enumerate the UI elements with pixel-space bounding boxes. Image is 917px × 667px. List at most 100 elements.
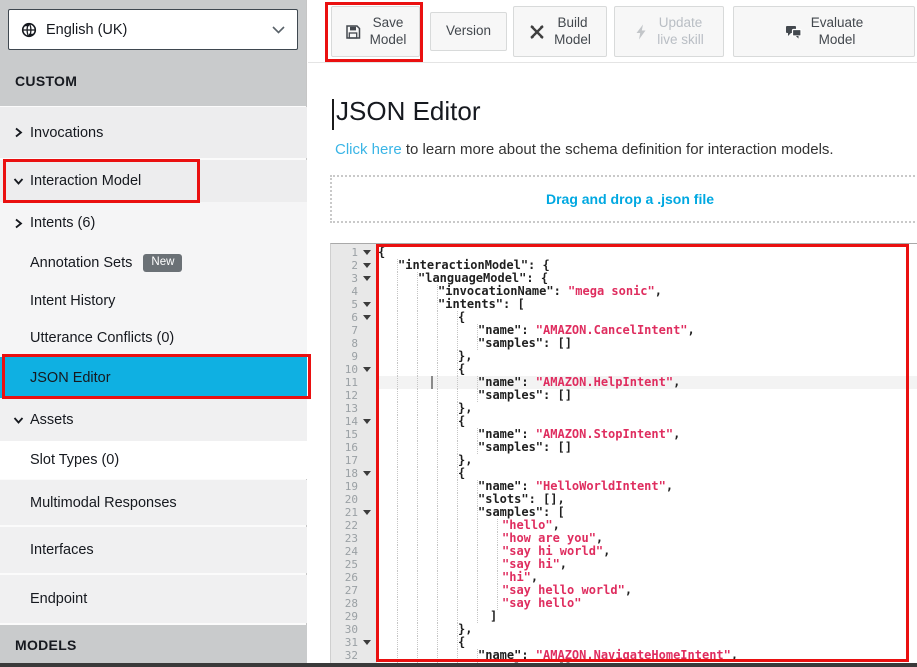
fold-icon[interactable]: [363, 250, 371, 255]
line-number: 1: [331, 246, 358, 259]
json-code-editor[interactable]: 1234567891011121314151617181920212223242…: [330, 243, 917, 664]
code-line[interactable]: "slots": [],: [378, 493, 917, 506]
fold-icon[interactable]: [363, 276, 371, 281]
sidebar-item-interaction-model[interactable]: Interaction Model: [0, 160, 307, 202]
sidebar-item-intents[interactable]: Intents (6): [0, 202, 307, 244]
line-number: 20: [331, 493, 358, 506]
editor-gutter: 1234567891011121314151617181920212223242…: [331, 244, 377, 664]
sidebar-item-utterance-conflicts[interactable]: Utterance Conflicts (0): [0, 319, 307, 357]
editor-code[interactable]: {"interactionModel": {"languageModel": {…: [378, 246, 917, 664]
language-dropdown-value: English (UK): [46, 22, 272, 38]
language-dropdown[interactable]: English (UK): [8, 9, 298, 50]
line-number: 10: [331, 363, 358, 376]
text-cursor: [431, 376, 433, 389]
line-number: 8: [331, 337, 358, 350]
sidebar-item-json-editor[interactable]: JSON Editor: [0, 357, 307, 398]
code-line[interactable]: "hi",: [378, 571, 917, 584]
sidebar-item-endpoint[interactable]: Endpoint: [0, 575, 307, 623]
line-number: 6: [331, 311, 358, 324]
update-live-skill-button[interactable]: Updatelive skill: [614, 6, 724, 57]
bottom-edge-strip: [0, 663, 917, 667]
dropzone-label: Drag and drop a .json file: [546, 191, 714, 207]
line-number: 11: [331, 376, 358, 389]
code-line[interactable]: "name": "AMAZON.HelpIntent",: [378, 376, 917, 389]
line-number: 30: [331, 623, 358, 636]
fold-icon[interactable]: [363, 640, 371, 645]
line-number: 32: [331, 649, 358, 662]
code-line[interactable]: "name": "AMAZON.CancelIntent",: [378, 324, 917, 337]
json-dropzone[interactable]: Drag and drop a .json file: [330, 175, 917, 223]
fold-icon[interactable]: [363, 471, 371, 476]
click-here-link[interactable]: Click here: [335, 141, 402, 158]
sidebar-item-invocations[interactable]: Invocations: [0, 107, 307, 158]
fold-icon[interactable]: [363, 510, 371, 515]
line-number: 9: [331, 350, 358, 363]
line-number: 12: [331, 389, 358, 402]
code-line[interactable]: "hello",: [378, 519, 917, 532]
code-line[interactable]: "samples": [: [378, 506, 917, 519]
section-header-custom: CUSTOM: [15, 73, 77, 89]
code-line[interactable]: "name": "AMAZON.NavigateHomeIntent",: [378, 649, 917, 662]
code-line[interactable]: "name": "HelloWorldIntent",: [378, 480, 917, 493]
bolt-icon: [634, 24, 648, 40]
line-number: 19: [331, 480, 358, 493]
schema-help-text: Click here to learn more about the schem…: [335, 141, 834, 158]
line-number: 3: [331, 272, 358, 285]
chevron-right-icon: [13, 127, 23, 138]
line-number: 18: [331, 467, 358, 480]
build-model-button[interactable]: BuildModel: [513, 6, 607, 57]
line-number: 23: [331, 532, 358, 545]
line-number: 13: [331, 402, 358, 415]
section-header-models: MODELS: [15, 637, 77, 653]
chevron-down-icon: [272, 26, 285, 34]
line-number: 7: [331, 324, 358, 337]
sidebar-item-intent-history[interactable]: Intent History: [0, 282, 307, 319]
line-number: 29: [331, 610, 358, 623]
line-number: 21: [331, 506, 358, 519]
text-caret: [332, 99, 334, 130]
fold-icon[interactable]: [363, 367, 371, 372]
chat-icon: [785, 24, 802, 40]
sidebar: English (UK) CUSTOM Invocations Interact…: [0, 0, 307, 667]
version-button[interactable]: Version: [430, 12, 507, 51]
sidebar-item-slot-types[interactable]: Slot Types (0): [0, 441, 307, 479]
code-line[interactable]: "say hello": [378, 597, 917, 610]
line-number: 5: [331, 298, 358, 311]
line-number: 14: [331, 415, 358, 428]
code-line[interactable]: "how are you",: [378, 532, 917, 545]
toolbar: SaveModel Version BuildModel Updatelive …: [308, 0, 917, 63]
fold-icon[interactable]: [363, 263, 371, 268]
line-number: 28: [331, 597, 358, 610]
build-icon: [529, 24, 545, 40]
sidebar-item-interfaces[interactable]: Interfaces: [0, 527, 307, 573]
line-number: 31: [331, 636, 358, 649]
fold-icon[interactable]: [363, 315, 371, 320]
fold-icon[interactable]: [363, 302, 371, 307]
chevron-down-icon: [13, 415, 24, 425]
globe-icon: [21, 22, 37, 38]
line-number: 22: [331, 519, 358, 532]
line-number: 16: [331, 441, 358, 454]
line-number: 15: [331, 428, 358, 441]
code-line[interactable]: "say hi world",: [378, 545, 917, 558]
line-number: 26: [331, 571, 358, 584]
chevron-right-icon: [13, 218, 23, 229]
fold-icon[interactable]: [363, 419, 371, 424]
sidebar-item-multimodal-responses[interactable]: Multimodal Responses: [0, 480, 307, 525]
code-line[interactable]: "say hello world",: [378, 584, 917, 597]
sidebar-item-assets[interactable]: Assets: [0, 398, 307, 441]
sidebar-item-annotation-sets[interactable]: Annotation Sets New: [0, 244, 307, 282]
line-number: 27: [331, 584, 358, 597]
line-number: 17: [331, 454, 358, 467]
evaluate-model-button[interactable]: EvaluateModel: [733, 6, 915, 57]
line-number: 25: [331, 558, 358, 571]
new-badge: New: [143, 254, 182, 272]
code-line[interactable]: "name": "AMAZON.StopIntent",: [378, 428, 917, 441]
chevron-down-icon: [13, 176, 24, 186]
line-number: 2: [331, 259, 358, 272]
line-number: 4: [331, 285, 358, 298]
save-model-button[interactable]: SaveModel: [331, 6, 420, 57]
code-line[interactable]: "say hi",: [378, 558, 917, 571]
page-title: JSON Editor: [336, 96, 481, 127]
line-number: 24: [331, 545, 358, 558]
